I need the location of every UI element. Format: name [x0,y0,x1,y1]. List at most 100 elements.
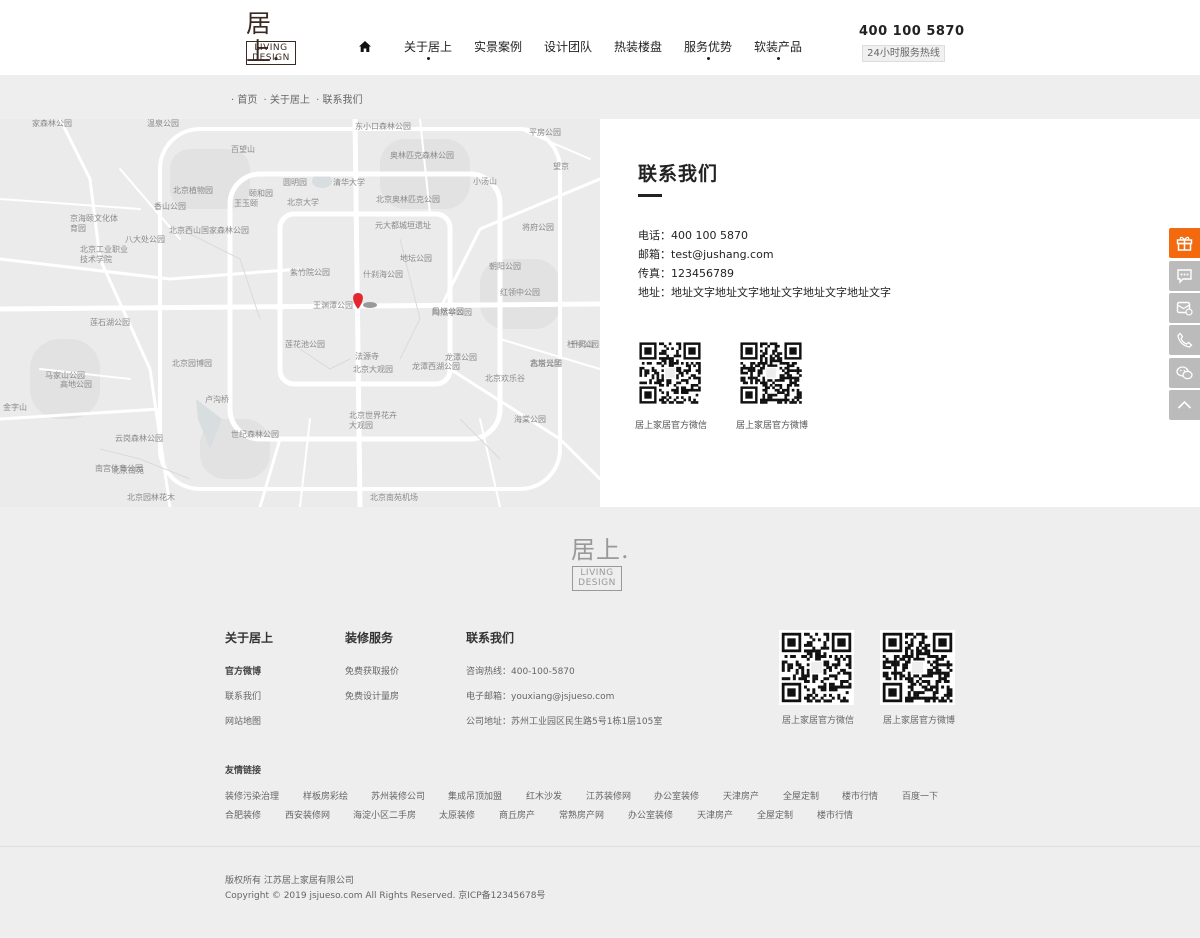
map-label: 奥林匹克森林公园 [390,151,454,160]
breadcrumb: · 首页 · 关于居上 · 联系我们 [231,91,365,106]
footer-link-sitemap[interactable]: 网站地图 [225,714,261,727]
wechat-qr-code [637,340,703,406]
footer-link-quote[interactable]: 免费获取报价 [345,664,399,677]
side-phone-button[interactable] [1169,325,1200,355]
logo-en-line1: LIVING [254,43,288,53]
friend-link[interactable]: 楼市行情 [842,789,878,802]
friend-link[interactable]: 全屋定制 [757,808,793,821]
footer-address: 公司地址：苏州工业园区民生路5号1栋1层105室 [466,717,663,727]
friend-links-title: 友情链接 [225,766,262,776]
footer-wechat-qr-code [779,630,854,705]
nav-item-buildings[interactable]: 热装楼盘 [614,38,662,55]
map-label: 王渊潭公园 [313,301,353,310]
weibo-qr-caption: 居上家居官方微博 [736,421,809,431]
arrow-up-icon [1177,400,1192,409]
footer-logo-cn: 居上. [571,536,630,564]
nav-item-about[interactable]: 关于居上 [404,38,452,60]
home-icon[interactable] [359,41,371,52]
footer-link-measure[interactable]: 免费设计量房 [345,689,399,702]
map-label: 什刹海公园 [363,270,403,279]
map-label: 八大处公园 [125,235,165,244]
friend-link[interactable]: 江苏装修网 [586,789,631,802]
breadcrumb-about[interactable]: · 关于居上 [264,95,310,106]
friend-link[interactable]: 百度一下 [902,789,938,802]
map-label: 高地公园 [60,380,92,389]
footer-logo[interactable]: 居上. LIVING DESIGN [571,536,631,592]
nav-label: 服务优势 [684,40,733,54]
logo-en-line2: DESIGN [252,53,290,63]
map-label: 家森林公园 [32,119,72,128]
footer-logo-en: LIVING DESIGN [572,566,622,591]
map-label: 北京植物园 [173,186,213,195]
friend-link[interactable]: 天津房产 [697,808,733,821]
nav-label: 实景案例 [474,40,523,54]
footer-contact-title: 联系我们 [466,631,515,645]
nav-item-products[interactable]: 软装产品 [754,38,803,60]
nav-label: 软装产品 [754,40,803,54]
map-label: 平房公园 [529,128,561,137]
map-label: 金字山 [3,403,27,412]
friend-link[interactable]: 太原装修 [439,808,475,821]
side-chat-button[interactable] [1169,261,1200,291]
friend-link[interactable]: 红木沙发 [526,789,562,802]
map-label: 海棠公园 [514,415,546,424]
side-message-button[interactable] [1169,293,1200,323]
map-label: 龙潭西湖公园 [412,362,460,371]
weibo-qr-code [738,340,804,406]
nav-dot [426,57,430,60]
location-map[interactable]: 家森林公园 温泉公园 百望山 北京植物园 香山公园 颐和园 王玉颐 圆明园 清华大学 北京大学 东小… [0,119,600,507]
footer-link-contact[interactable]: 联系我们 [225,689,261,702]
footer-service-title: 装修服务 [345,631,394,645]
breadcrumb-home[interactable]: · 首页 [231,95,257,106]
friend-link[interactable]: 西安装修网 [285,808,330,821]
copyright-notice: Copyright © 2019 jsjueso.com All Rights … [225,891,546,901]
nav-item-cases[interactable]: 实景案例 [474,38,522,55]
friend-link[interactable]: 常熟房产网 [559,808,604,821]
footer-link-weibo[interactable]: 官方微博 [225,664,261,677]
site-header: 居上. LIVING DESIGN 关于居上 实景案例 设计团队 热装楼盘 服务… [0,0,1200,75]
map-label: 望京 [553,162,569,171]
contact-title: 联系我们 [638,163,719,185]
map-label: 北京大学 [287,198,319,207]
friend-link[interactable]: 集成吊顶加盟 [448,789,502,802]
contact-fax: 传真：123456789 [638,267,734,280]
map-label: 北京西山国家森林公园 [169,226,249,235]
friend-link[interactable]: 天津房产 [723,789,759,802]
friend-link[interactable]: 楼市行情 [817,808,853,821]
map-label: 王玉颐 [234,199,258,208]
friend-link[interactable]: 合肥装修 [225,808,261,821]
footer-weibo-qr-caption: 居上家居官方微博 [883,716,956,726]
map-label: 古塔公园 [530,359,562,368]
footer-logo-en-line2: DESIGN [578,578,616,588]
friend-link[interactable]: 装修污染治理 [225,789,279,802]
side-wechat-button[interactable] [1169,358,1200,388]
map-label: 地坛公园 [400,254,432,263]
map-label: 小汤山 [473,177,497,186]
phone-icon [1177,332,1193,348]
friend-link[interactable]: 全屋定制 [783,789,819,802]
map-label: 北京奥林匹克公园 [376,195,440,204]
copyright-company: 版权所有 江苏居上家居有限公司 [225,876,354,886]
map-label: 圆明园 [283,178,307,187]
friend-link[interactable]: 海淀小区二手房 [353,808,416,821]
site-logo[interactable]: 居上. LIVING DESIGN [246,10,306,66]
chat-icon [1177,269,1192,284]
gift-icon [1176,236,1193,251]
map-label: 清华大学 [333,178,365,187]
map-label: 紫竹院公园 [290,268,330,277]
friend-link[interactable]: 办公室装修 [628,808,673,821]
message-icon [1176,301,1193,316]
friend-link[interactable]: 样板房彩绘 [303,789,348,802]
friend-link[interactable]: 商丘房产 [499,808,535,821]
side-back-to-top-button[interactable] [1169,390,1200,420]
map-label: 莲石湖公园 [90,318,130,327]
friend-link[interactable]: 苏州装修公司 [371,789,425,802]
footer-divider [0,846,1200,847]
map-label: 北京南苑 [112,466,144,475]
friend-link[interactable]: 办公室装修 [654,789,699,802]
side-gift-button[interactable] [1169,228,1200,258]
nav-item-team[interactable]: 设计团队 [544,38,592,55]
nav-item-advantages[interactable]: 服务优势 [684,38,733,60]
title-underline [638,194,662,197]
map-label: 百望山 [231,145,255,154]
